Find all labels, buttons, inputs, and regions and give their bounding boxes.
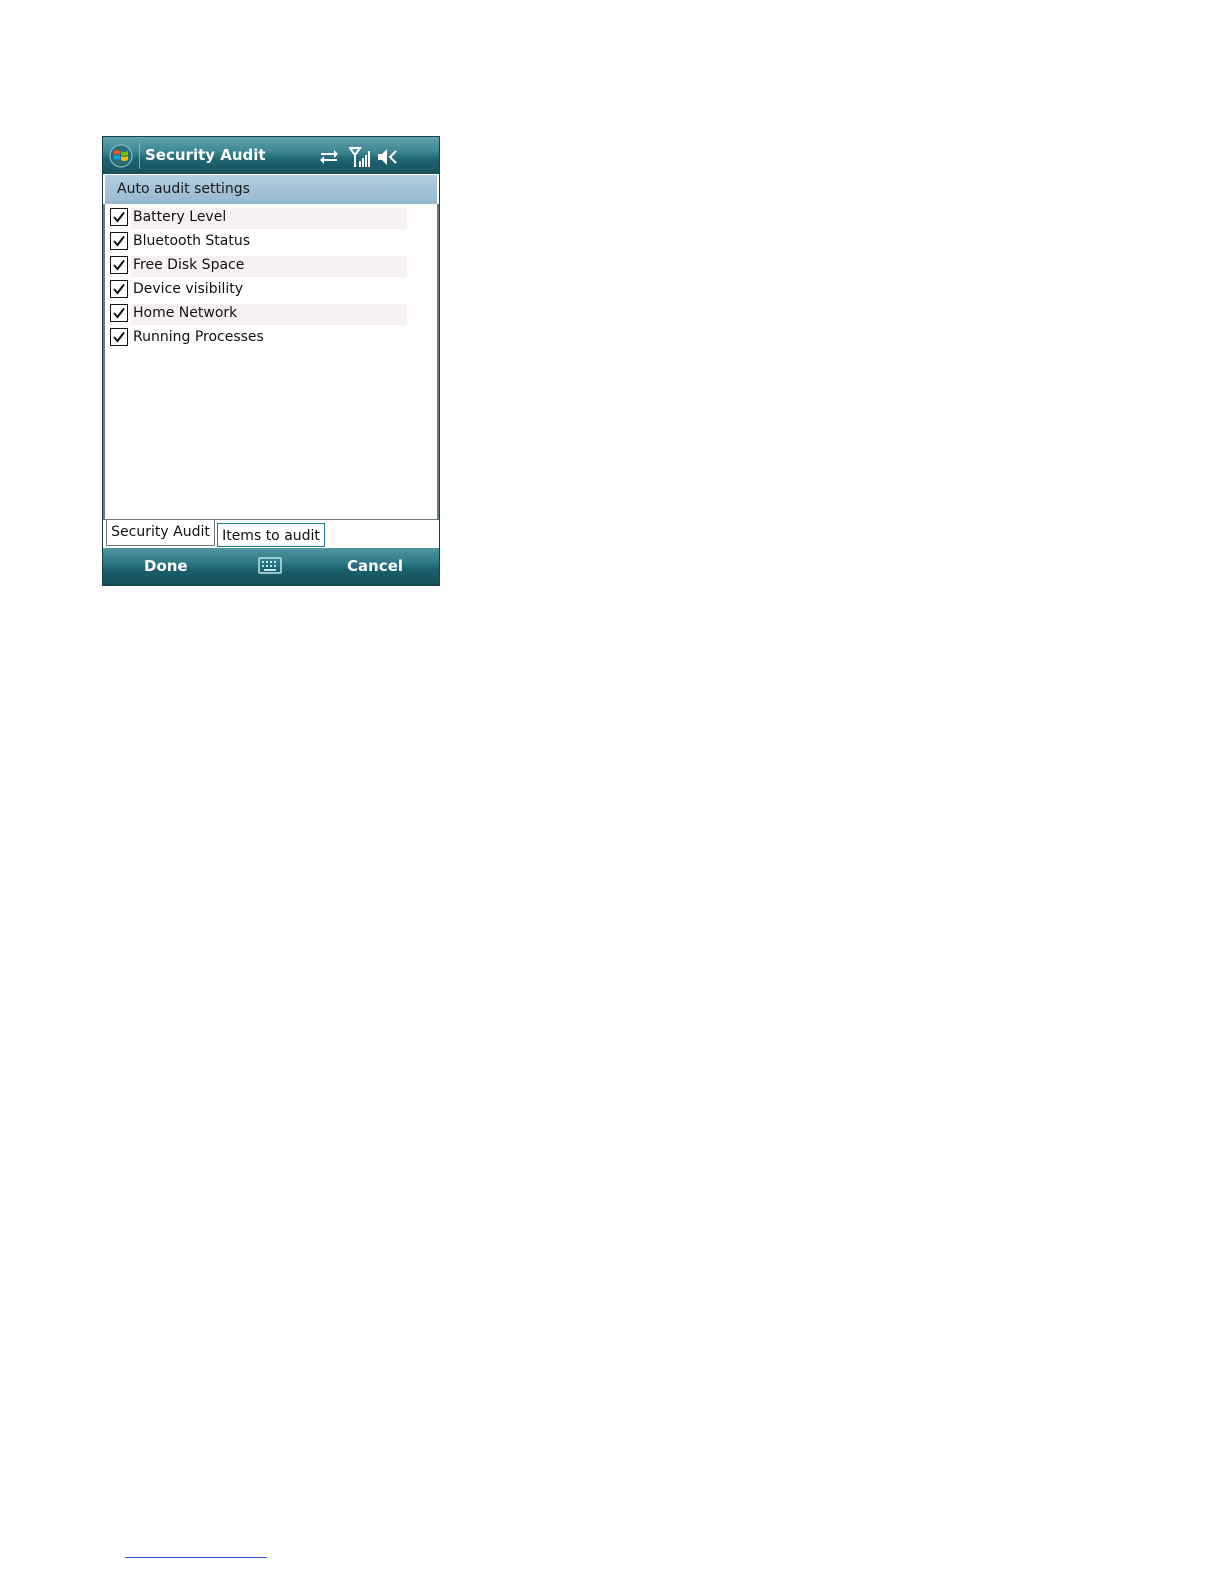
tab-security-audit[interactable]: Security Audit (106, 520, 215, 546)
checkbox-bluetooth-status[interactable] (110, 232, 128, 250)
keyboard-icon[interactable] (258, 557, 282, 574)
list-item[interactable]: Home Network (105, 302, 437, 326)
item-label: Home Network (133, 305, 238, 321)
checkmark-icon (113, 307, 125, 319)
cancel-button[interactable]: Cancel (347, 557, 403, 575)
connectivity-icon[interactable] (317, 146, 341, 168)
signal-strength-icon[interactable] (349, 146, 371, 168)
windows-start-icon[interactable] (109, 144, 133, 168)
tab-strip: Security Audit Items to audit (103, 520, 439, 548)
checkbox-battery-level[interactable] (110, 208, 128, 226)
audit-items-list: Battery Level Bluetooth Status Free Disk… (105, 206, 437, 350)
device-screen: Security Audit Auto audit settings Batte… (102, 136, 440, 586)
list-item[interactable]: Free Disk Space (105, 254, 437, 278)
checkmark-icon (113, 235, 125, 247)
done-button[interactable]: Done (144, 557, 188, 575)
list-item[interactable]: Battery Level (105, 206, 437, 230)
item-label: Battery Level (133, 209, 227, 225)
footer-rule (125, 1557, 267, 1558)
section-header: Auto audit settings (105, 175, 437, 204)
content-border-right (437, 204, 439, 520)
section-header-label: Auto audit settings (117, 181, 250, 197)
item-label: Device visibility (133, 281, 244, 297)
list-item[interactable]: Device visibility (105, 278, 437, 302)
checkbox-device-visibility[interactable] (110, 280, 128, 298)
softkey-bar: Done Cancel (103, 548, 439, 585)
item-label: Bluetooth Status (133, 233, 251, 249)
app-title: Security Audit (145, 146, 266, 164)
checkmark-icon (113, 283, 125, 295)
item-label: Running Processes (133, 329, 264, 345)
checkmark-icon (113, 211, 125, 223)
checkbox-free-disk-space[interactable] (110, 256, 128, 274)
tab-items-to-audit[interactable]: Items to audit (217, 523, 325, 547)
title-divider (139, 143, 140, 169)
list-item[interactable]: Running Processes (105, 326, 437, 350)
checkbox-running-processes[interactable] (110, 328, 128, 346)
title-bar: Security Audit (103, 137, 439, 174)
speaker-muted-icon[interactable] (376, 146, 400, 168)
checkmark-icon (113, 259, 125, 271)
item-label: Free Disk Space (133, 257, 245, 273)
checkmark-icon (113, 331, 125, 343)
list-item[interactable]: Bluetooth Status (105, 230, 437, 254)
checkbox-home-network[interactable] (110, 304, 128, 322)
